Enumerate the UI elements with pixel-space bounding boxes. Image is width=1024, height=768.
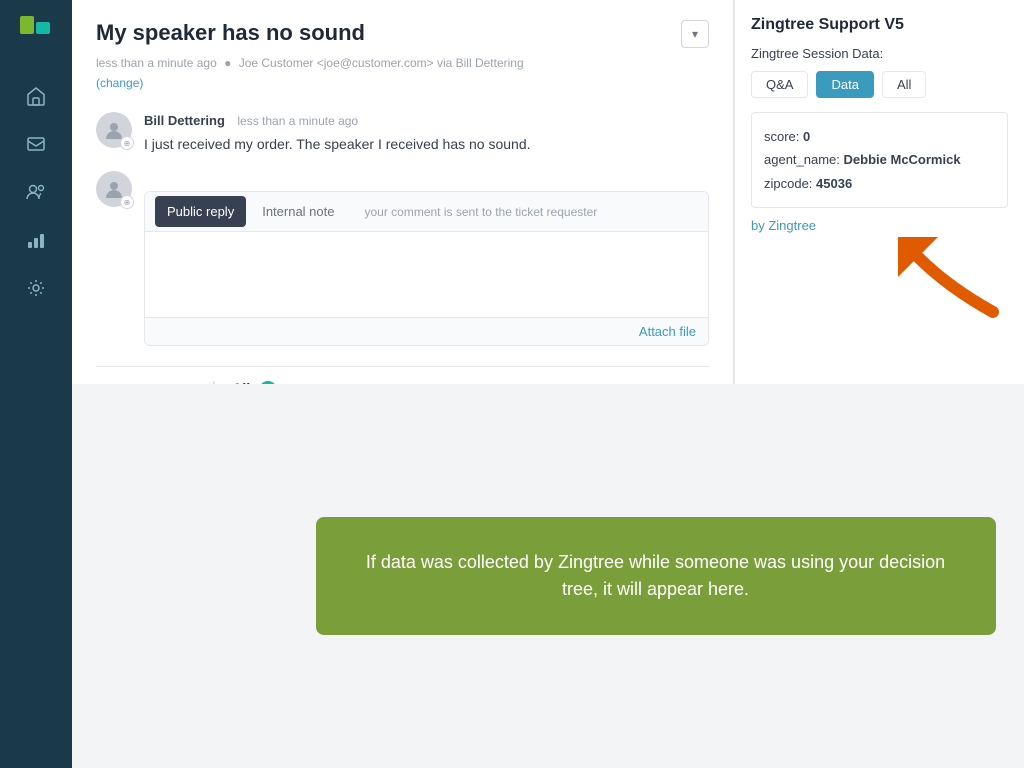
zingtree-by-link[interactable]: by Zingtree <box>751 218 1008 233</box>
avatar-badge: ⊕ <box>120 136 134 150</box>
tab-data[interactable]: Data <box>816 71 873 98</box>
ticket-time: less than a minute ago <box>96 56 217 70</box>
right-panel: Zingtree Support V5 Zingtree Session Dat… <box>734 0 1024 384</box>
ticket-panel: My speaker has no sound ▾ less than a mi… <box>72 0 734 384</box>
avatar: ⊕ <box>96 112 132 148</box>
public-reply-tab[interactable]: Public reply <box>155 196 246 227</box>
reply-footer: Attach file <box>145 317 708 345</box>
score-row: score: 0 <box>764 125 995 148</box>
tab-all[interactable]: All <box>882 71 926 98</box>
tooltip-wrapper: If data was collected by Zingtree while … <box>72 384 1024 768</box>
sidebar-item-analytics[interactable] <box>16 220 56 260</box>
sidebar-item-settings[interactable] <box>16 268 56 308</box>
ticket-header: My speaker has no sound ▾ <box>96 20 709 48</box>
panel-tabs: Q&A Data All <box>751 71 1008 98</box>
sidebar-item-inbox[interactable] <box>16 124 56 164</box>
message-body: Bill Dettering less than a minute ago I … <box>144 112 709 155</box>
session-label: Zingtree Session Data: <box>751 46 1008 61</box>
message-container: ⊕ Bill Dettering less than a minute ago … <box>96 112 709 155</box>
conversations-bar: Conversations ▾ | All 1 <box>96 366 709 384</box>
ticket-sender: Joe Customer <joe@customer.com> via Bill… <box>239 56 524 70</box>
agent-row: agent_name: Debbie McCormick <box>764 148 995 171</box>
ticket-meta: less than a minute ago ● Joe Customer <j… <box>96 56 709 70</box>
ticket-title: My speaker has no sound <box>96 20 365 46</box>
main-content: My speaker has no sound ▾ less than a mi… <box>72 0 1024 768</box>
ticket-dropdown-button[interactable]: ▾ <box>681 20 709 48</box>
reply-container: ⊕ Public reply Internal note your commen… <box>96 171 709 346</box>
reply-avatar: ⊕ <box>96 171 132 207</box>
zipcode-value: 45036 <box>816 176 852 191</box>
zipcode-key: zipcode: <box>764 176 812 191</box>
bullet-separator: ● <box>224 56 231 70</box>
score-key: score: <box>764 129 799 144</box>
agent-key: agent_name: <box>764 152 840 167</box>
tooltip-area: If data was collected by Zingtree while … <box>72 384 1024 768</box>
reply-hint: your comment is sent to the ticket reque… <box>356 205 605 219</box>
message-author: Bill Dettering <box>144 113 225 128</box>
tab-qa[interactable]: Q&A <box>751 71 808 98</box>
attach-file-link[interactable]: Attach file <box>639 324 696 339</box>
reply-area: Public reply Internal note your comment … <box>144 191 709 346</box>
agent-value: Debbie McCormick <box>844 152 961 167</box>
message-text: I just received my order. The speaker I … <box>144 134 709 155</box>
reply-form: Public reply Internal note your comment … <box>144 171 709 346</box>
session-data-box: score: 0 agent_name: Debbie McCormick zi… <box>751 112 1008 208</box>
sidebar-item-home[interactable] <box>16 76 56 116</box>
tooltip-box: If data was collected by Zingtree while … <box>316 517 996 635</box>
content-row: My speaker has no sound ▾ less than a mi… <box>72 0 1024 384</box>
arrow-annotation <box>751 237 1008 327</box>
message-time: less than a minute ago <box>237 114 358 128</box>
internal-note-tab[interactable]: Internal note <box>250 196 346 227</box>
sidebar <box>0 0 72 768</box>
score-value: 0 <box>803 129 810 144</box>
reply-input[interactable] <box>145 232 708 312</box>
panel-title: Zingtree Support V5 <box>751 16 1008 34</box>
sidebar-item-contacts[interactable] <box>16 172 56 212</box>
orange-arrow-icon <box>898 237 1008 327</box>
tooltip-text: If data was collected by Zingtree while … <box>366 552 945 599</box>
ticket-change-link[interactable]: (change) <box>96 76 143 90</box>
chevron-down-icon: ▾ <box>692 27 698 41</box>
logo <box>16 12 56 52</box>
zipcode-row: zipcode: 45036 <box>764 172 995 195</box>
reply-avatar-badge: ⊕ <box>120 195 134 209</box>
reply-tabs: Public reply Internal note your comment … <box>145 192 708 232</box>
